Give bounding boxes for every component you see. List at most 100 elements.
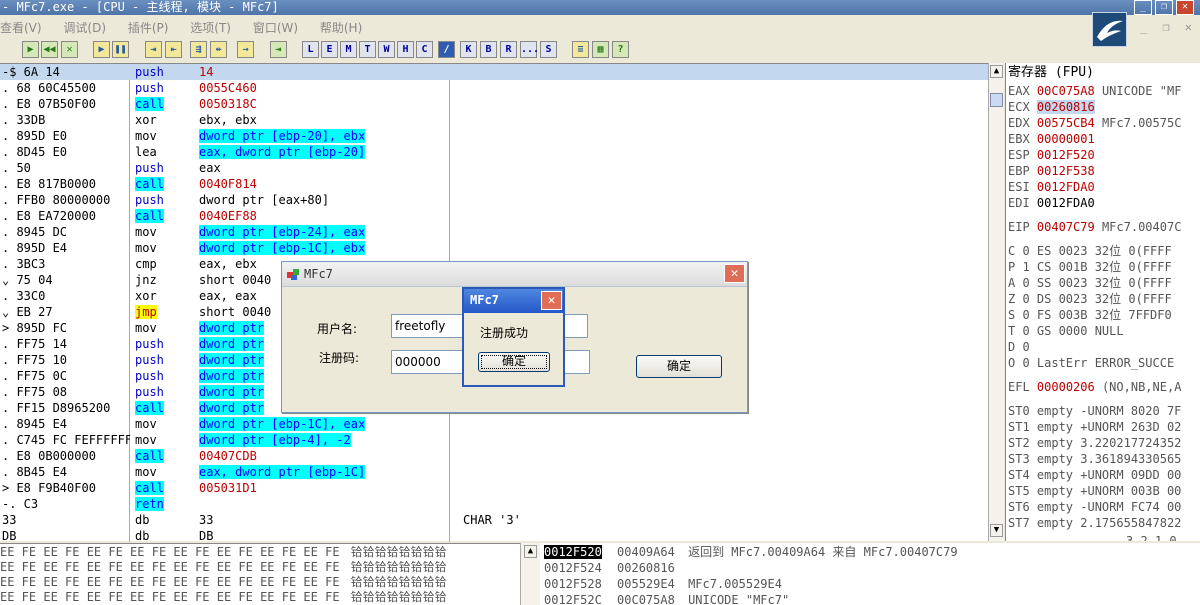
disassembly-scrollbar[interactable]: ▲ ▼ (988, 63, 1004, 541)
minimize-button[interactable]: _ (1134, 0, 1152, 15)
disasm-row[interactable]: . 50 push eax (0, 160, 988, 176)
scroll-thumb[interactable] (990, 93, 1003, 107)
flag-row[interactable]: P 1 CS 001B 32位 0(FFFF (1008, 259, 1172, 275)
run-trace-button[interactable]: ... (520, 41, 539, 58)
patches-button[interactable]: / (438, 41, 455, 58)
menu-help[interactable]: 帮助(H) (320, 21, 362, 35)
register-row[interactable]: ECX 00260816 (1008, 99, 1095, 115)
fpu-row[interactable]: ST2 empty 3.220217724352 (1008, 435, 1181, 451)
fpu-row[interactable]: ST3 empty 3.361894330565 (1008, 451, 1181, 467)
menu-window[interactable]: 窗口(W) (253, 21, 298, 35)
open-icon[interactable]: ▶ (22, 41, 39, 58)
disasm-row[interactable]: . 895D E4 mov dword ptr [ebp-1C], ebx (0, 240, 988, 256)
disasm-row[interactable]: > E8 F9B40F00 call 005031D1 (0, 480, 988, 496)
appearance-icon[interactable]: ▦ (592, 41, 609, 58)
register-row[interactable]: ESI 0012FDA0 (1008, 179, 1095, 195)
fpu-row[interactable]: ST6 empty -UNORM FC74 00 (1008, 499, 1181, 515)
memory-map-button[interactable]: M (340, 41, 357, 58)
flag-row[interactable]: S 0 FS 003B 32位 7FFDF0 (1008, 307, 1172, 323)
step-into-icon[interactable]: ⇥ (145, 41, 162, 58)
dump-row[interactable]: EE FE EE FE EE FE EE FE EE FE EE FE EE F… (0, 546, 447, 559)
register-row[interactable]: EIP 00407C79 MFc7.00407C (1008, 219, 1181, 235)
restart-icon[interactable]: ◀◀ (41, 41, 58, 58)
cpu-button[interactable]: C (416, 41, 433, 58)
registers-pane[interactable]: 寄存器 (FPU) EAX 00C075A8 UNICODE "MF ECX 00… (1005, 63, 1200, 541)
close-program-icon[interactable]: ✕ (61, 41, 78, 58)
disasm-row[interactable]: . C745 FC FEFFFFFF mov dword ptr [ebp-4], … (0, 432, 988, 448)
ok-button[interactable]: 确定 (636, 355, 722, 378)
scroll-down-icon[interactable]: ▼ (990, 524, 1003, 537)
register-row[interactable]: EAX 00C075A8 UNICODE "MF (1008, 83, 1181, 99)
execute-till-return-icon[interactable]: → (237, 41, 254, 58)
stack-row[interactable]: 0012F52C 00C075A8 UNICODE "MFc7" (544, 592, 789, 605)
dump-row[interactable]: EE FE EE FE EE FE EE FE EE FE EE FE EE F… (0, 576, 447, 589)
menu-plugins[interactable]: 插件(P) (128, 21, 169, 35)
maximize-button[interactable]: ❐ (1155, 0, 1173, 15)
disasm-row[interactable]: . 8945 DC mov dword ptr [ebp-24], eax (0, 224, 988, 240)
disasm-row[interactable]: . E8 EA720000 call 0040EF88 (0, 208, 988, 224)
log-window-button[interactable]: L (302, 41, 319, 58)
flag-row[interactable]: A 0 SS 0023 32位 0(FFFF (1008, 275, 1172, 291)
register-row[interactable]: EDI 0012FDA0 (1008, 195, 1095, 211)
register-row[interactable]: ESP 0012F520 (1008, 147, 1095, 163)
call-stack-button[interactable]: K (460, 41, 477, 58)
fpu-row[interactable]: ST0 empty -UNORM 8020 7F (1008, 403, 1181, 419)
menu-options[interactable]: 选项(T) (190, 21, 231, 35)
disasm-row[interactable]: 33 db 33 CHAR '3' (0, 512, 988, 528)
pause-icon[interactable]: ❚❚ (112, 41, 129, 58)
threads-button[interactable]: T (359, 41, 376, 58)
disasm-row[interactable]: DB db DB (0, 528, 988, 544)
dialog-close-button[interactable]: ✕ (724, 264, 745, 283)
fpu-row[interactable]: ST4 empty +UNORM 09DD 00 (1008, 467, 1181, 483)
disasm-row[interactable]: . 8D45 E0 lea eax, dword ptr [ebp-20] (0, 144, 988, 160)
menu-debug[interactable]: 调试(D) (63, 21, 106, 35)
disasm-row[interactable]: . 8945 E4 mov dword ptr [ebp-1C], eax (0, 416, 988, 432)
flag-row[interactable]: Z 0 DS 0023 32位 0(FFFF (1008, 291, 1172, 307)
disasm-row[interactable]: . E8 817B0000 call 0040F814 (0, 176, 988, 192)
references-button[interactable]: R (500, 41, 517, 58)
flag-row[interactable]: T 0 GS 0000 NULL (1008, 323, 1124, 339)
stack-pane[interactable]: 0012F520 00409A64 返回到 MFc7.00409A64 来自 M… (540, 543, 1200, 605)
fpu-row[interactable]: ST7 empty 2.175655847822 (1008, 515, 1181, 531)
stack-row[interactable]: 0012F520 00409A64 返回到 MFc7.00409A64 来自 M… (544, 544, 958, 560)
disasm-row[interactable]: . 33DB xor ebx, ebx (0, 112, 988, 128)
close-button[interactable]: ✕ (1176, 0, 1194, 15)
trace-into-icon[interactable]: ⇶ (190, 41, 207, 58)
fpu-row[interactable]: ST5 empty +UNORM 003B 00 (1008, 483, 1181, 499)
disasm-row[interactable]: . 68 60C45500 push 0055C460 (0, 80, 988, 96)
dump-scrollbar[interactable]: ▲ (520, 543, 540, 605)
menu-view[interactable]: 查看(V) (0, 21, 42, 35)
run-icon[interactable]: ▶ (93, 41, 110, 58)
handles-button[interactable]: H (397, 41, 414, 58)
fpu-row[interactable]: ST1 empty +UNORM 263D 02 (1008, 419, 1181, 435)
disasm-row[interactable]: -$ 6A 14 push 14 (0, 64, 988, 80)
register-row[interactable]: EBP 0012F538 (1008, 163, 1095, 179)
scroll-up-icon[interactable]: ▲ (524, 545, 537, 558)
go-to-icon[interactable]: ⇥ (270, 41, 287, 58)
mdi-window-buttons[interactable]: _ ❐ ✕ (1140, 20, 1196, 34)
executable-modules-button[interactable]: E (321, 41, 338, 58)
register-row[interactable]: EBX 00000001 (1008, 131, 1095, 147)
trace-over-icon[interactable]: ⇷ (210, 41, 227, 58)
register-row[interactable]: EFL 00000206 (NO,NB,NE,A (1008, 379, 1181, 395)
flag-row[interactable]: C 0 ES 0023 32位 0(FFFF (1008, 243, 1172, 259)
disasm-row[interactable]: . FFB0 80000000 push dword ptr [eax+80] (0, 192, 988, 208)
disasm-row[interactable]: . E8 07B50F00 call 0050318C (0, 96, 988, 112)
windows-button[interactable]: W (378, 41, 395, 58)
flag-row[interactable]: D 0 (1008, 339, 1030, 355)
disasm-row[interactable]: . E8 0B000000 call 00407CDB (0, 448, 988, 464)
disasm-row[interactable]: . 895D E0 mov dword ptr [ebp-20], ebx (0, 128, 988, 144)
debugging-options-icon[interactable]: ≡ (572, 41, 589, 58)
memory-dump-pane[interactable]: EE FE EE FE EE FE EE FE EE FE EE FE EE F… (0, 543, 520, 605)
register-row[interactable]: EDX 00575CB4 MFc7.00575C (1008, 115, 1181, 131)
scroll-up-icon[interactable]: ▲ (990, 65, 1003, 78)
message-ok-button[interactable]: 确定 (478, 352, 550, 372)
dump-row[interactable]: EE FE EE FE EE FE EE FE EE FE EE FE EE F… (0, 591, 447, 604)
flag-row[interactable]: O 0 LastErr ERROR_SUCCE (1008, 355, 1174, 371)
step-over-icon[interactable]: ⇤ (165, 41, 182, 58)
source-button[interactable]: S (540, 41, 557, 58)
dump-row[interactable]: EE FE EE FE EE FE EE FE EE FE EE FE EE F… (0, 561, 447, 574)
stack-row[interactable]: 0012F524 00260816 (544, 560, 681, 576)
stack-row[interactable]: 0012F528 005529E4 MFc7.005529E4 (544, 576, 782, 592)
disasm-row[interactable]: -. C3 retn (0, 496, 988, 512)
